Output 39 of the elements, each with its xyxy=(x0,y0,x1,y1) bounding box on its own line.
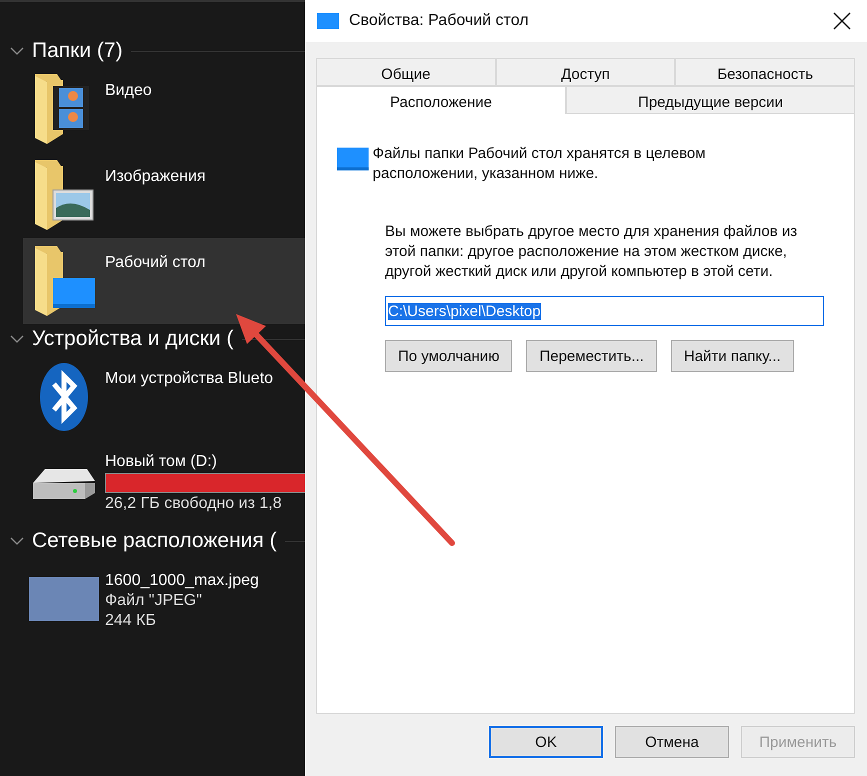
path-field[interactable]: C:\Users\pixel\Desktop xyxy=(385,296,824,326)
chevron-icon[interactable] xyxy=(10,46,24,56)
tab[interactable]: Безопасность xyxy=(675,58,856,86)
path-button[interactable]: Переместить... xyxy=(526,340,657,372)
section-header: Устройства и диски ( xyxy=(32,327,234,351)
dialog-button[interactable]: Отмена xyxy=(615,726,729,758)
tab[interactable]: Предыдущие версии xyxy=(566,86,855,114)
item-name: Изображения xyxy=(105,168,206,186)
chevron-icon[interactable] xyxy=(10,334,24,344)
bluetooth-icon xyxy=(39,362,89,432)
intro-text: Файлы папки Рабочий стол хранятся в целевом расположении, указанном ниже. xyxy=(372,144,707,184)
item-name: 1600_1000_max.jpeg xyxy=(105,572,259,590)
desktop-icon xyxy=(317,13,339,29)
path-button[interactable]: По умолчанию xyxy=(385,340,512,372)
item-name: Новый том (D:) xyxy=(105,453,218,471)
chevron-icon[interactable] xyxy=(10,536,24,546)
dialog-button[interactable]: OK xyxy=(489,726,603,758)
item-name: Видео xyxy=(105,82,152,100)
window-title: Свойства: Рабочий стол xyxy=(349,12,530,30)
photo-placeholder xyxy=(29,577,99,621)
tab[interactable]: Доступ xyxy=(496,58,676,86)
section-header: Папки (7) xyxy=(32,39,123,63)
tab[interactable]: Расположение xyxy=(316,86,566,114)
item-name: Рабочий стол xyxy=(105,254,206,272)
item-detail: 26,2 ГБ свободно из 1,8 xyxy=(105,495,283,513)
explorer-item[interactable]: Рабочий стол xyxy=(23,238,305,324)
item-name: Мои устройства Blueto xyxy=(105,370,274,388)
section-header: Сетевые расположения ( xyxy=(32,529,277,553)
explorer-item[interactable]: Видео xyxy=(23,66,305,152)
explorer-item[interactable]: Мои устройства Blueto xyxy=(23,354,305,440)
description-text: Вы можете выбрать другое место для хранения файлов из этой папки: другое расположение на этом жестком диске, другой жесткий диск или другой компьютер в этой сети. xyxy=(385,222,798,282)
path-value: C:\Users\pixel\Desktop xyxy=(388,302,541,320)
explorer-item[interactable]: 1600_1000_max.jpeg Файл "JPEG" 244 КБ xyxy=(23,556,305,642)
item-detail: Файл "JPEG" xyxy=(105,592,203,610)
tab[interactable]: Общие xyxy=(316,58,496,86)
explorer-item[interactable]: Изображения xyxy=(23,152,305,238)
item-detail: 244 КБ xyxy=(105,612,157,630)
close-icon[interactable] xyxy=(833,12,851,30)
path-button[interactable]: Найти папку... xyxy=(670,340,794,372)
